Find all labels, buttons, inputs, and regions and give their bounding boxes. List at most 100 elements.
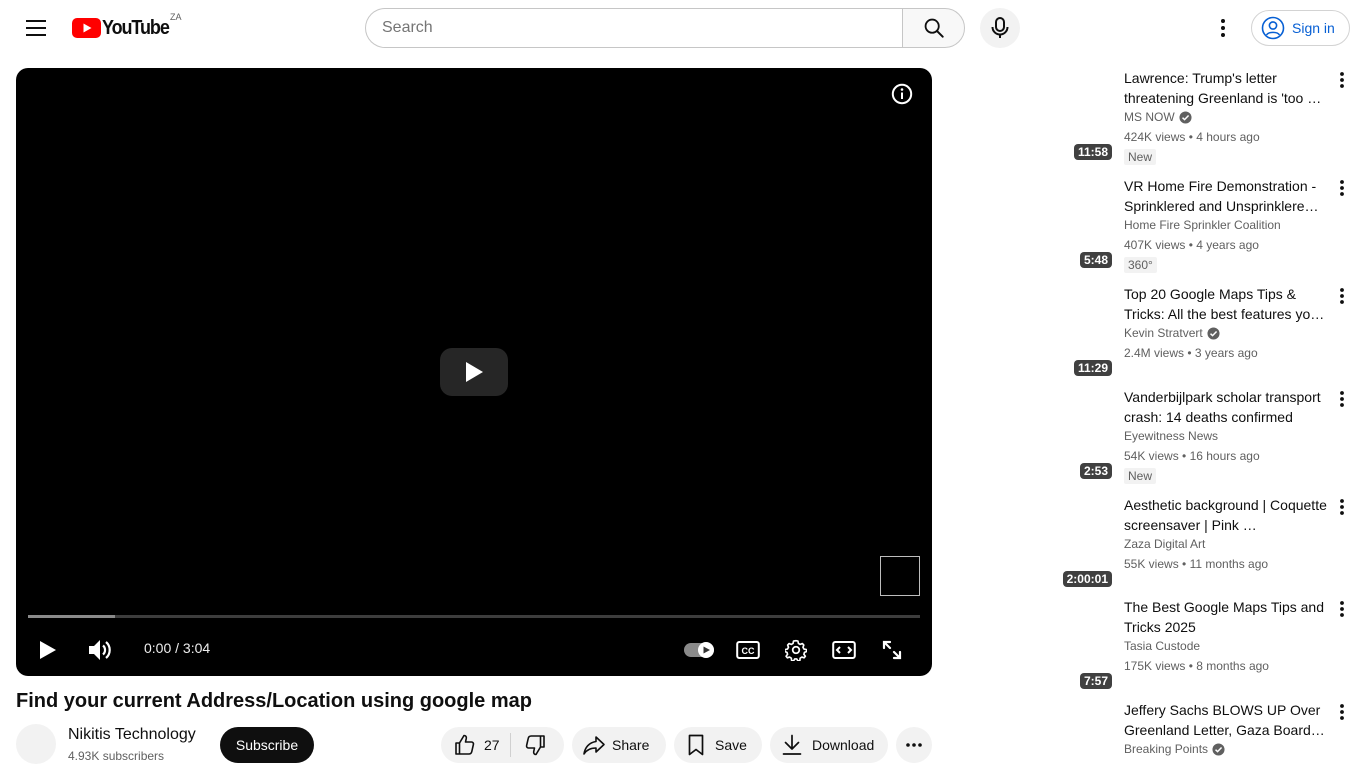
recommendation-thumbnail[interactable]: 2:00:01 [1060, 495, 1112, 595]
recommendation-item[interactable]: 2:53 Vanderbijlpark scholar transport cr… [1060, 387, 1366, 495]
view-count: 55K views [1124, 557, 1179, 571]
recommendation-item[interactable]: 7:57 The Best Google Maps Tips and Trick… [1060, 597, 1366, 700]
download-label: Download [812, 737, 875, 753]
action-menu-button[interactable] [1330, 284, 1354, 308]
info-icon[interactable] [890, 82, 914, 106]
action-menu-button[interactable] [1330, 387, 1354, 411]
recommendation-thumbnail[interactable]: 11:58 [1060, 68, 1112, 168]
action-menu-button[interactable] [1330, 700, 1354, 724]
recommendation-title[interactable]: Aesthetic background | Coquette screensa… [1124, 495, 1328, 535]
verified-badge-icon [1179, 110, 1192, 124]
recommendation-thumbnail[interactable] [1060, 700, 1112, 768]
subtitles-button[interactable]: CC [730, 632, 766, 668]
save-button[interactable]: Save [674, 727, 762, 763]
recommendation-channel[interactable]: Tasia Custode [1124, 639, 1200, 653]
gear-icon [785, 639, 807, 661]
recommendation-item[interactable]: 2:00:01 Aesthetic background | Coquette … [1060, 495, 1366, 597]
recommendation-channel[interactable]: Breaking Points [1124, 742, 1225, 756]
search-bar [365, 8, 965, 48]
recommendation-title[interactable]: Jeffery Sachs BLOWS UP Over Greenland Le… [1124, 700, 1328, 740]
subscribe-button[interactable]: Subscribe [220, 727, 314, 763]
current-time: 0:00 [144, 640, 172, 656]
recommendation-item[interactable]: 11:29 Top 20 Google Maps Tips & Tricks: … [1060, 284, 1366, 387]
more-horiz-icon [906, 743, 922, 747]
view-count: 175K views [1124, 659, 1186, 673]
recommendation-thumbnail[interactable]: 11:29 [1060, 284, 1112, 384]
recommendation-title[interactable]: VR Home Fire Demonstration - Sprinklered… [1124, 176, 1328, 216]
recommendation-title[interactable]: Top 20 Google Maps Tips & Tricks: All th… [1124, 284, 1328, 324]
recommendation-channel[interactable]: MS NOW [1124, 110, 1192, 124]
meta-separator: • [1178, 449, 1190, 463]
action-menu-button[interactable] [1330, 176, 1354, 200]
recommendation-channel-name: Kevin Stratvert [1124, 326, 1203, 340]
dislike-button[interactable] [511, 727, 560, 763]
channel-watermark-image[interactable] [880, 556, 920, 596]
progress-buffered [28, 615, 116, 618]
large-play-button[interactable] [440, 348, 508, 396]
theater-mode-button[interactable] [826, 632, 862, 668]
thumbs-down-icon [525, 735, 545, 756]
theater-mode-icon [832, 641, 856, 659]
recommendation-channel-name: Breaking Points [1124, 742, 1209, 756]
video-duration-badge: 2:00:01 [1062, 571, 1112, 587]
search-button[interactable] [902, 8, 965, 48]
autoplay-toggle[interactable] [682, 632, 718, 668]
recommendation-item[interactable]: 5:48 VR Home Fire Demonstration - Sprink… [1060, 176, 1366, 284]
recommendation-channel[interactable]: Eyewitness News [1124, 429, 1218, 443]
more-actions-button[interactable] [896, 727, 932, 763]
progress-bar[interactable] [28, 615, 920, 618]
menu-icon[interactable] [16, 8, 56, 48]
channel-name[interactable]: Nikitis Technology [68, 726, 196, 744]
more-vert-icon [1340, 180, 1344, 196]
voice-search-button[interactable] [980, 8, 1020, 48]
view-count: 2.4M views [1124, 346, 1185, 360]
upload-age: 11 months ago [1189, 557, 1269, 571]
view-count: 407K views [1124, 238, 1186, 252]
like-dislike-group: 27 [441, 727, 564, 763]
recommendation-item[interactable]: 11:58 Lawrence: Trump's letter threateni… [1060, 68, 1366, 176]
search-input[interactable] [365, 8, 902, 48]
more-vert-icon [1340, 704, 1344, 720]
recommendation-title[interactable]: The Best Google Maps Tips and Tricks 202… [1124, 597, 1328, 637]
fullscreen-button[interactable] [874, 632, 910, 668]
action-menu-button[interactable] [1330, 495, 1354, 519]
more-vert-icon [1340, 72, 1344, 88]
recommendation-thumbnail[interactable]: 7:57 [1060, 597, 1112, 697]
recommendation-item[interactable]: Jeffery Sachs BLOWS UP Over Greenland Le… [1060, 700, 1366, 768]
verified-badge-icon [1212, 742, 1225, 756]
play-icon [466, 362, 483, 382]
time-display: 0:00 / 3:04 [144, 640, 210, 656]
recommendation-meta: 407K views • 4 years ago [1124, 238, 1259, 252]
mute-button[interactable] [82, 632, 118, 668]
recommendation-thumbnail[interactable]: 5:48 [1060, 176, 1112, 276]
video-title: Find your current Address/Location using… [16, 690, 532, 712]
sign-in-button[interactable]: Sign in [1251, 10, 1350, 46]
share-icon [583, 736, 605, 755]
channel-avatar[interactable] [16, 724, 56, 764]
more-vert-icon [1221, 19, 1225, 37]
action-menu-button[interactable] [1330, 68, 1354, 92]
recommendation-channel-name: Eyewitness News [1124, 429, 1219, 443]
recommendation-thumbnail[interactable]: 2:53 [1060, 387, 1112, 487]
thumbs-up-icon [455, 734, 475, 755]
download-button[interactable]: Download [770, 727, 888, 763]
play-button[interactable] [30, 632, 66, 668]
more-vert-icon [1340, 601, 1344, 617]
recommendation-channel[interactable]: Zaza Digital Art [1124, 537, 1205, 551]
video-player[interactable]: 0:00 / 3:04 CC [16, 68, 932, 676]
microphone-icon [991, 17, 1009, 38]
more-vert-icon [1340, 288, 1344, 304]
like-count: 27 [484, 737, 500, 753]
recommendation-title[interactable]: Lawrence: Trump's letter threatening Gre… [1124, 68, 1328, 108]
recommendation-channel[interactable]: Kevin Stratvert [1124, 326, 1220, 340]
share-label: Share [612, 737, 650, 753]
settings-more-button[interactable] [1203, 8, 1243, 48]
action-menu-button[interactable] [1330, 597, 1354, 621]
video-duration-badge: 11:29 [1073, 360, 1112, 376]
share-button[interactable]: Share [572, 727, 666, 763]
recommendation-title[interactable]: Vanderbijlpark scholar transport crash: … [1124, 387, 1328, 427]
recommendation-channel[interactable]: Home Fire Sprinkler Coalition [1124, 218, 1281, 232]
settings-button[interactable] [778, 632, 814, 668]
like-button[interactable]: 27 [441, 727, 510, 763]
youtube-logo[interactable]: YouTube [72, 16, 176, 40]
